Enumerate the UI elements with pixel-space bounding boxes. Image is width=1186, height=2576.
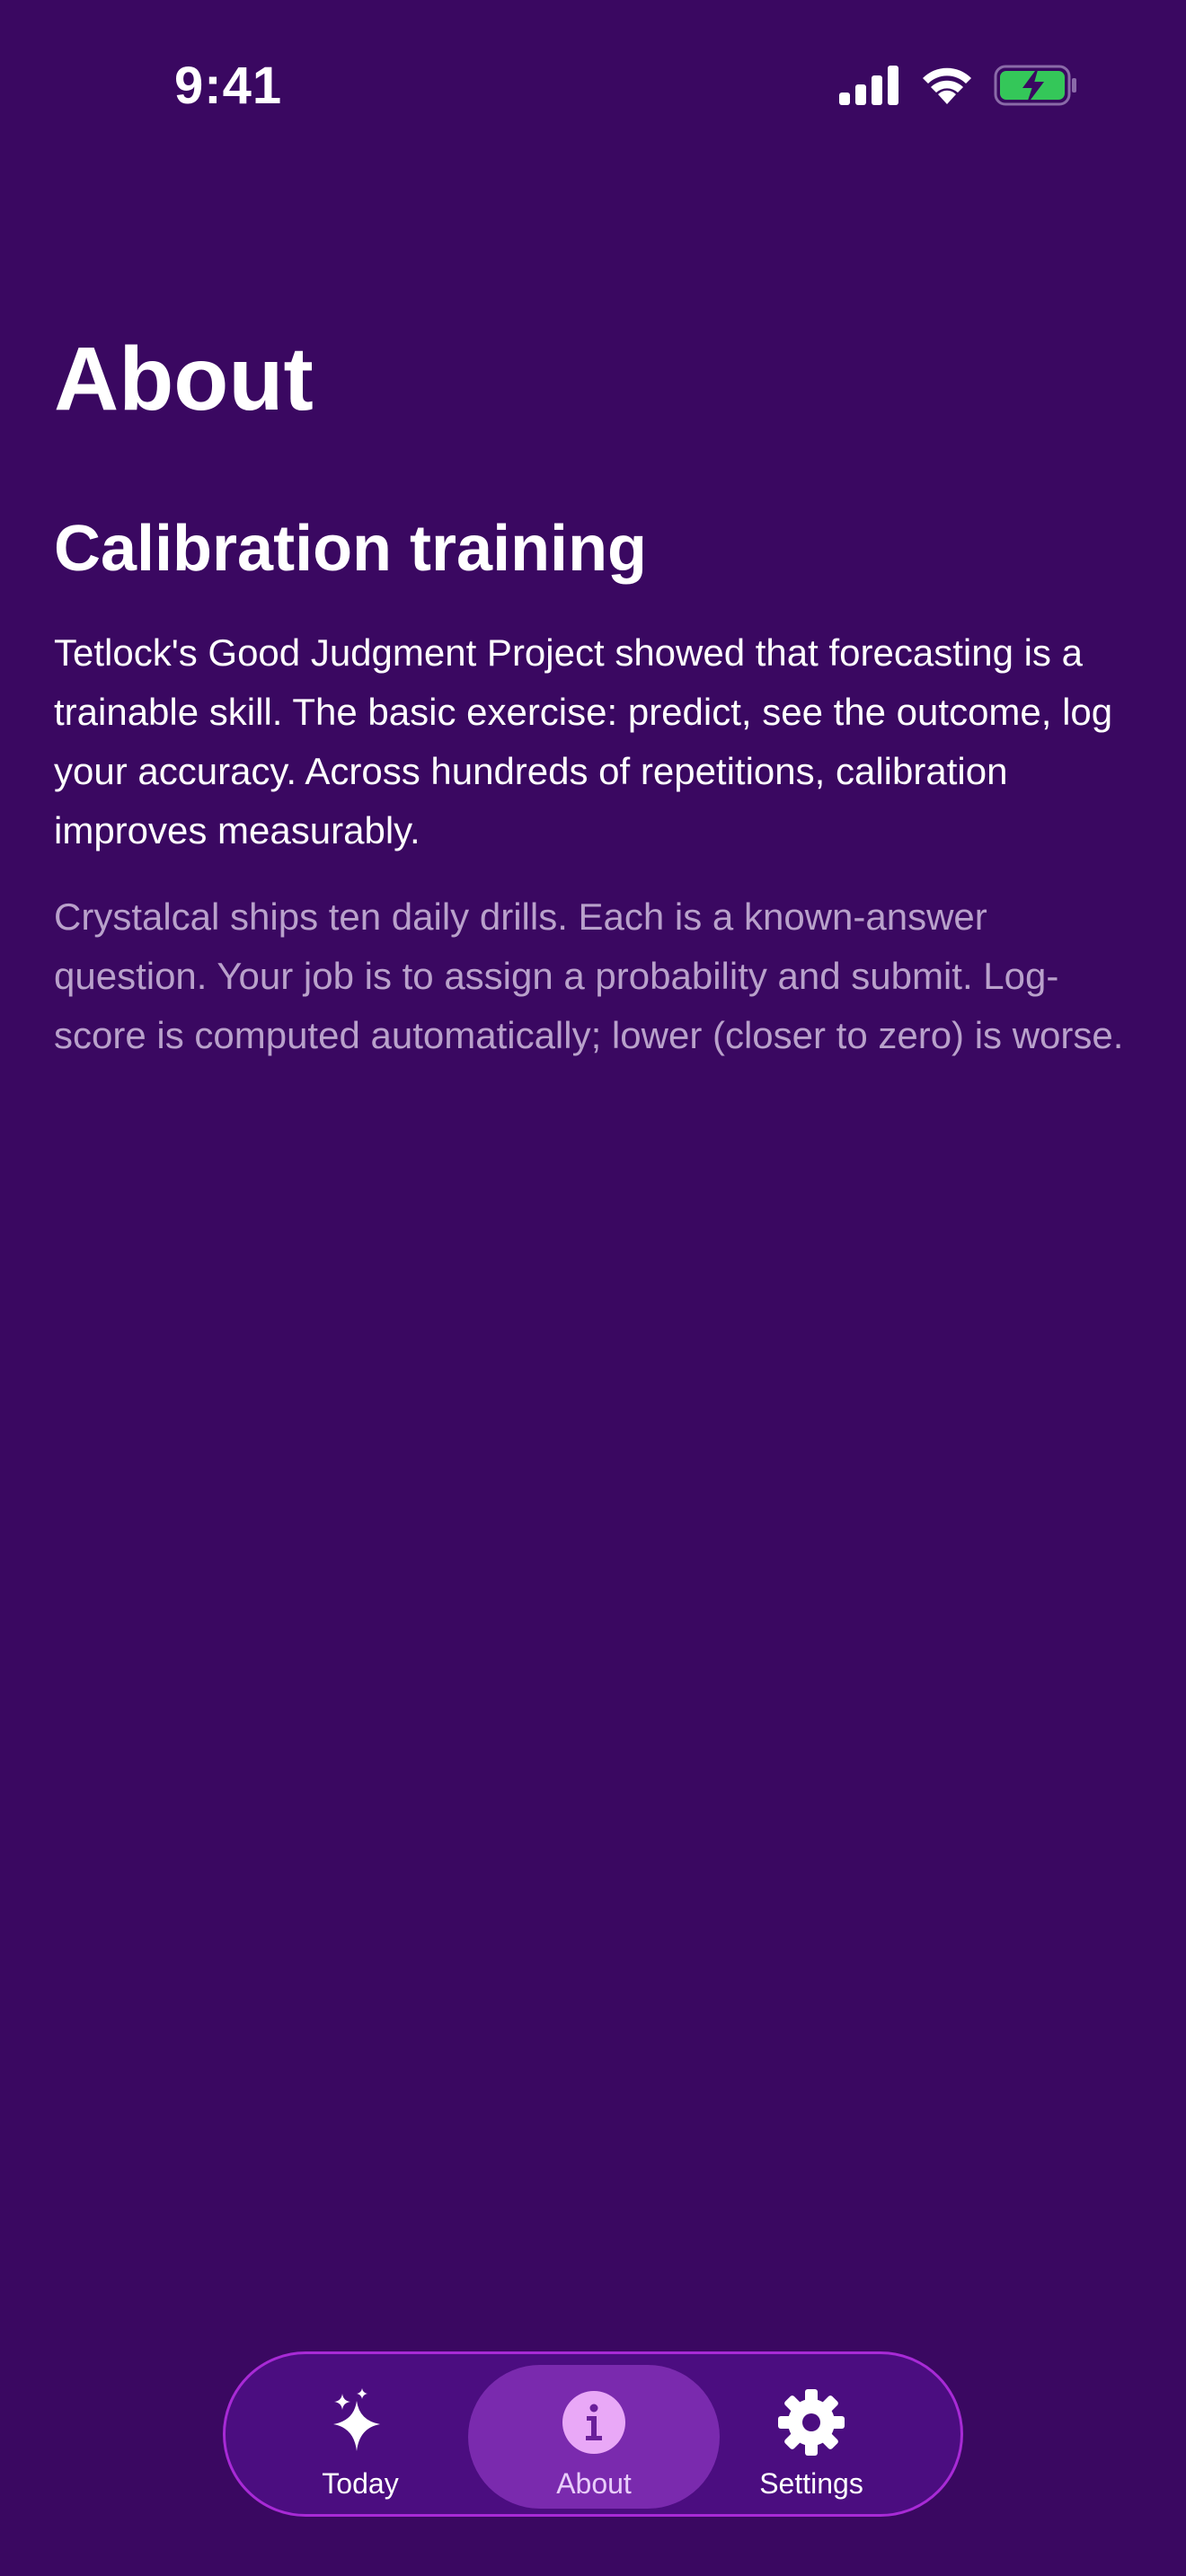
tab-about[interactable]: About	[468, 2365, 720, 2509]
gear-icon	[778, 2388, 845, 2457]
tab-settings-label: Settings	[759, 2467, 863, 2500]
tab-today-label: Today	[322, 2467, 399, 2500]
status-time: 9:41	[174, 57, 283, 115]
status-icons	[839, 63, 1078, 108]
tab-settings[interactable]: Settings	[704, 2365, 919, 2509]
battery-charging-icon	[994, 65, 1078, 106]
section-title: Calibration training	[54, 513, 648, 585]
about-screen: 9:41 About Calibration training Tetlock'…	[0, 0, 1186, 2576]
cellular-signal-icon	[839, 66, 900, 105]
status-bar: 9:41	[0, 0, 1186, 180]
tab-bar: Today About Settings	[223, 2351, 963, 2517]
intro-paragraph: Tetlock's Good Judgment Project showed t…	[54, 631, 1113, 851]
page-title: About	[54, 329, 314, 429]
info-icon	[562, 2388, 626, 2457]
sparkles-icon	[326, 2388, 394, 2457]
tab-about-label: About	[556, 2467, 632, 2500]
tab-today[interactable]: Today	[261, 2365, 459, 2509]
wifi-icon	[920, 65, 974, 106]
drills-paragraph: Crystalcal ships ten daily drills. Each …	[54, 895, 1124, 1056]
